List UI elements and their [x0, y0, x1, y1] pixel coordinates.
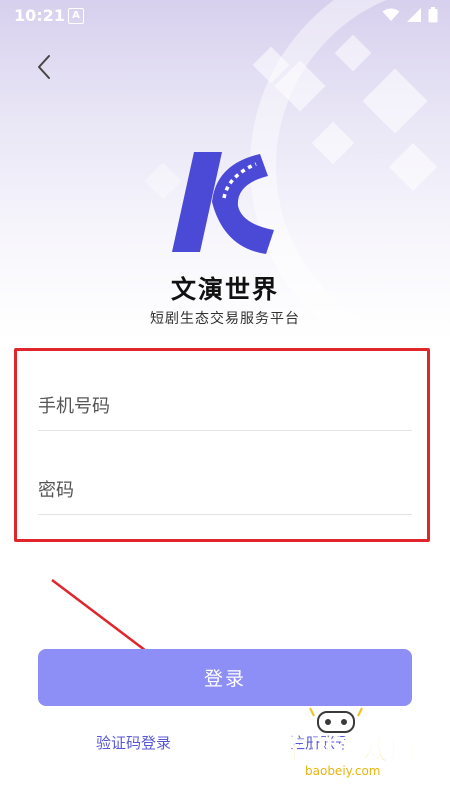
- status-time: 10:21: [14, 6, 65, 25]
- password-field[interactable]: [38, 470, 412, 515]
- password-input[interactable]: [38, 470, 412, 501]
- watermark-url: baobeiy.com: [305, 764, 381, 778]
- notification-icon: A: [68, 8, 84, 24]
- code-login-link[interactable]: 验证码登录: [96, 732, 171, 753]
- back-button[interactable]: [30, 52, 60, 82]
- phone-field[interactable]: [38, 386, 412, 431]
- phone-input[interactable]: [38, 386, 412, 417]
- app-name: 文演世界: [170, 275, 279, 304]
- battery-icon: [428, 7, 438, 23]
- signal-icon: [407, 8, 421, 22]
- app-logo: [172, 152, 274, 254]
- watermark-text: 宝贝游戏网: [281, 736, 418, 767]
- status-icons: [382, 7, 438, 23]
- app-tagline: 短剧生态交易服务平台: [150, 311, 300, 327]
- wifi-icon: [382, 8, 400, 21]
- status-bar: 10:21 A: [0, 0, 450, 32]
- chevron-left-icon: [38, 55, 50, 79]
